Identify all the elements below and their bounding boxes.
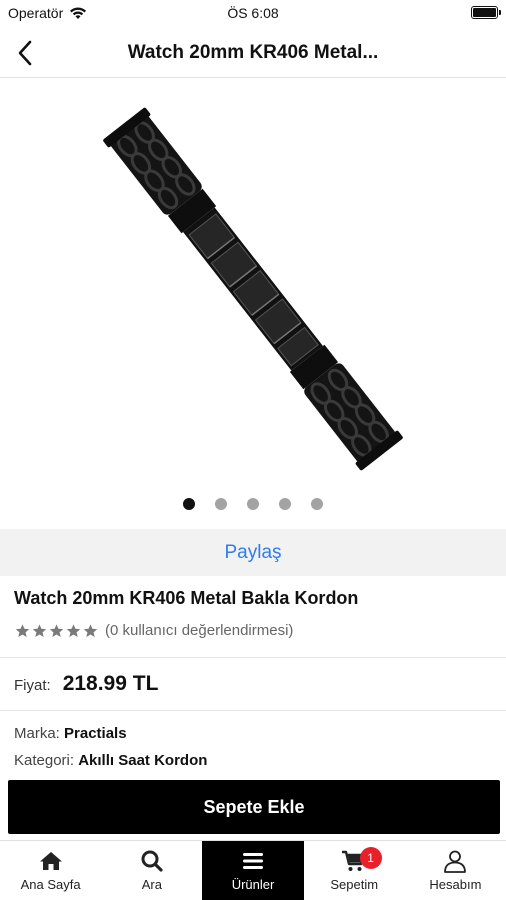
rating-stars	[14, 623, 99, 639]
status-time: ÖS 6:08	[227, 5, 279, 21]
gallery-dot[interactable]	[311, 498, 323, 510]
gallery-pagination	[0, 498, 506, 510]
menu-icon	[243, 853, 263, 869]
divider	[0, 710, 506, 711]
tab-label: Ürünler	[231, 877, 275, 892]
star-icon	[49, 623, 64, 637]
rating-count: (0 kullanıcı değerlendirmesi)	[105, 622, 294, 639]
gallery-dot[interactable]	[247, 498, 259, 510]
status-bar: Operatör ÖS 6:08	[0, 0, 506, 28]
battery-icon	[471, 6, 501, 19]
tab-label: Hesabım	[429, 877, 482, 892]
divider	[0, 657, 506, 658]
star-icon	[15, 623, 30, 637]
share-row[interactable]: Paylaş	[0, 529, 506, 576]
user-icon	[444, 850, 467, 873]
star-icon	[83, 623, 98, 637]
cart-badge: 1	[359, 847, 382, 869]
gallery-dot[interactable]	[215, 498, 227, 510]
tab-search[interactable]: Ara	[101, 841, 202, 900]
price-row: Fiyat: 218.99 TL	[14, 672, 158, 696]
category-row: Kategori: Akıllı Saat Kordon	[14, 752, 207, 769]
tab-label: Sepetim	[330, 877, 379, 892]
add-to-cart-button[interactable]: Sepete Ekle	[8, 780, 500, 834]
back-button[interactable]	[10, 37, 40, 69]
nav-bar: Watch 20mm KR406 Metal...	[0, 28, 506, 78]
tab-label: Ara	[141, 877, 162, 892]
chevron-left-icon	[18, 40, 32, 66]
star-icon	[32, 623, 47, 637]
rating-row: (0 kullanıcı değerlendirmesi)	[14, 622, 293, 639]
price-label: Fiyat:	[14, 677, 51, 694]
product-image[interactable]	[0, 79, 506, 479]
product-title: Watch 20mm KR406 Metal Bakla Kordon	[14, 588, 359, 608]
gallery-dot[interactable]	[279, 498, 291, 510]
tab-account[interactable]: Hesabım	[405, 841, 506, 900]
brand-value[interactable]: Practials	[64, 725, 127, 742]
category-value[interactable]: Akıllı Saat Kordon	[78, 752, 207, 769]
tab-label: Ana Sayfa	[20, 877, 81, 892]
price-value: 218.99 TL	[62, 672, 159, 695]
page-title: Watch 20mm KR406 Metal...	[127, 41, 379, 63]
brand-label: Marka:	[14, 725, 60, 742]
star-icon	[66, 623, 81, 637]
gallery-dot[interactable]	[183, 498, 195, 510]
search-icon	[141, 850, 163, 872]
tab-home[interactable]: Ana Sayfa	[0, 841, 101, 900]
tab-products[interactable]: Ürünler	[202, 841, 304, 900]
product-gallery[interactable]	[0, 79, 506, 524]
brand-row: Marka: Practials	[14, 725, 127, 742]
share-link[interactable]: Paylaş	[224, 542, 281, 564]
tab-bar: Ana Sayfa Ara Ürünler 1 Sepetim Hesabım	[0, 840, 506, 900]
category-label: Kategori:	[14, 752, 75, 769]
tab-cart[interactable]: 1 Sepetim	[304, 841, 405, 900]
home-icon	[39, 852, 62, 870]
